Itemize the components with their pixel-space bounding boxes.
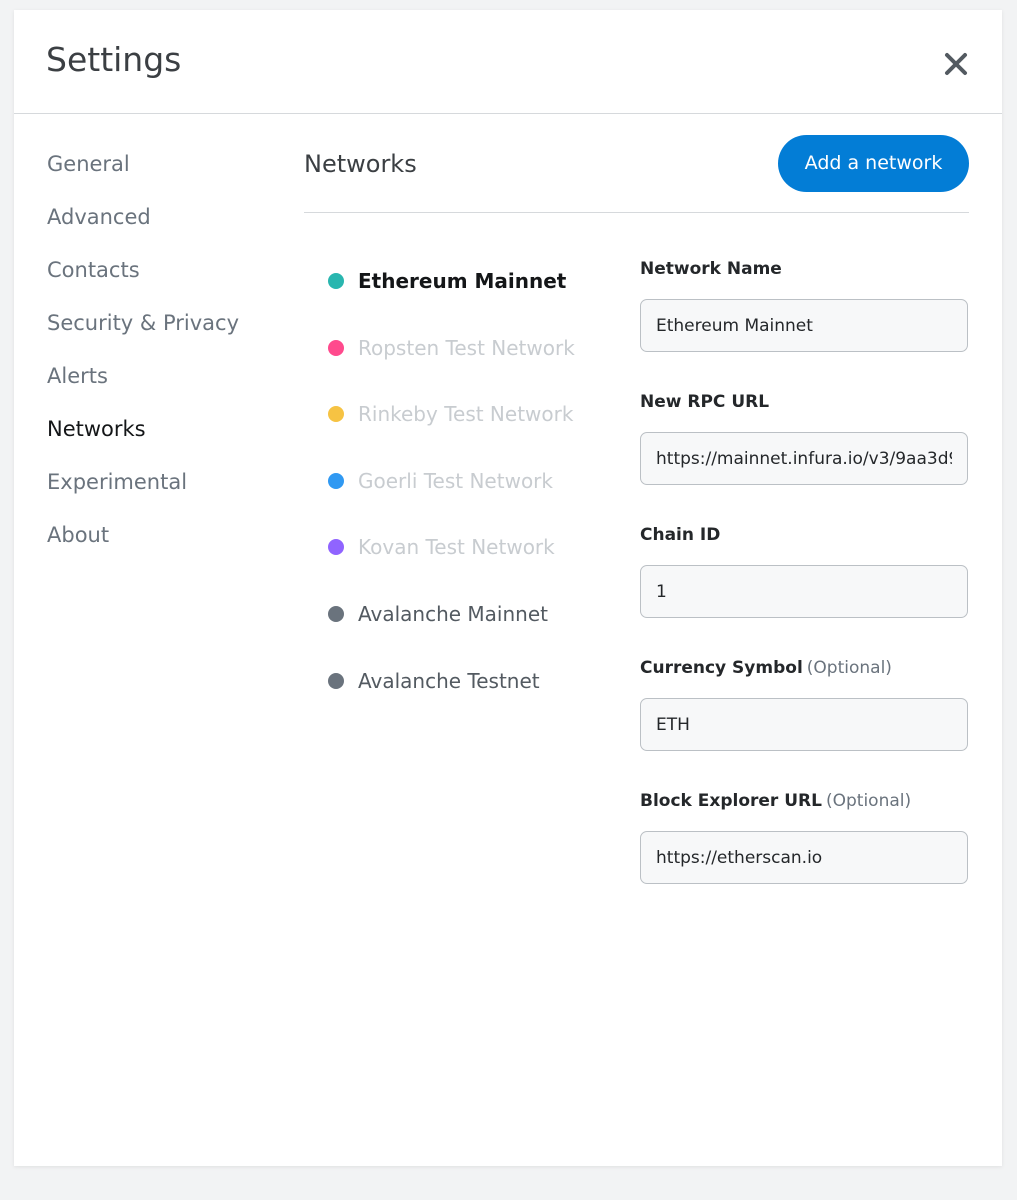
chain-id-input[interactable] (640, 565, 968, 618)
sidebar-item-about[interactable]: About (47, 511, 297, 564)
optional-tag: (Optional) (806, 658, 892, 678)
network-name-label: Network Name (640, 259, 782, 279)
settings-sidebar: General Advanced Contacts Security & Pri… (47, 140, 297, 564)
optional-tag: (Optional) (825, 791, 912, 811)
network-item-rinkeby[interactable]: Rinkeby Test Network (326, 389, 606, 456)
chain-id-label: Chain ID (640, 525, 721, 545)
sidebar-item-contacts[interactable]: Contacts (47, 246, 297, 299)
rpc-url-input[interactable] (640, 432, 968, 485)
network-details-form: Network Name New RPC URL Chain ID Curren… (640, 254, 970, 919)
network-item-avalanche-mainnet[interactable]: Avalanche Mainnet (326, 589, 606, 656)
close-icon (945, 53, 967, 75)
settings-header: Settings (14, 10, 1002, 114)
block-explorer-field: Block Explorer URL (Optional) (640, 786, 970, 919)
network-color-dot (328, 539, 344, 556)
network-label: Ropsten Test Network (358, 335, 575, 360)
network-label: Kovan Test Network (358, 535, 555, 560)
network-label: Rinkeby Test Network (358, 402, 574, 427)
sidebar-item-networks[interactable]: Networks (47, 405, 297, 458)
network-color-dot (328, 605, 344, 622)
add-network-button[interactable]: Add a network (778, 135, 969, 192)
sidebar-item-advanced[interactable]: Advanced (47, 193, 297, 246)
page-title: Settings (46, 40, 182, 79)
block-explorer-label-text: Block Explorer URL (640, 791, 822, 811)
currency-symbol-label-text: Currency Symbol (640, 658, 803, 678)
chain-id-field: Chain ID (640, 520, 970, 653)
rpc-url-label: New RPC URL (640, 392, 770, 412)
network-item-kovan[interactable]: Kovan Test Network (326, 522, 606, 589)
network-label: Ethereum Mainnet (358, 269, 567, 293)
close-button[interactable] (937, 45, 975, 83)
network-label: Avalanche Testnet (358, 668, 540, 693)
network-color-dot (328, 273, 344, 289)
section-title: Networks (304, 150, 417, 178)
rpc-url-field: New RPC URL (640, 387, 970, 520)
network-color-dot (328, 472, 344, 489)
network-item-ethereum-mainnet[interactable]: Ethereum Mainnet (326, 256, 606, 323)
network-color-dot (328, 339, 344, 356)
network-list: Ethereum Mainnet Ropsten Test Network Ri… (326, 256, 606, 722)
currency-symbol-input[interactable] (640, 698, 968, 751)
currency-symbol-label: Currency Symbol (Optional) (640, 653, 970, 683)
block-explorer-input[interactable] (640, 831, 968, 884)
sidebar-item-experimental[interactable]: Experimental (47, 458, 297, 511)
sidebar-item-alerts[interactable]: Alerts (47, 352, 297, 405)
block-explorer-label: Block Explorer URL (Optional) (640, 786, 970, 816)
currency-symbol-field: Currency Symbol (Optional) (640, 653, 970, 786)
network-name-field: Network Name (640, 254, 970, 387)
network-color-dot (328, 406, 344, 423)
network-label: Goerli Test Network (358, 468, 553, 493)
network-item-goerli[interactable]: Goerli Test Network (326, 456, 606, 523)
network-item-avalanche-testnet[interactable]: Avalanche Testnet (326, 656, 606, 723)
sidebar-item-security-privacy[interactable]: Security & Privacy (47, 299, 297, 352)
network-item-ropsten[interactable]: Ropsten Test Network (326, 323, 606, 390)
settings-panel: Settings General Advanced Contacts Secur… (14, 10, 1002, 1166)
sidebar-item-general[interactable]: General (47, 140, 297, 193)
network-label: Avalanche Mainnet (358, 601, 548, 626)
network-color-dot (328, 672, 344, 689)
section-divider (304, 212, 969, 213)
network-name-input[interactable] (640, 299, 968, 352)
